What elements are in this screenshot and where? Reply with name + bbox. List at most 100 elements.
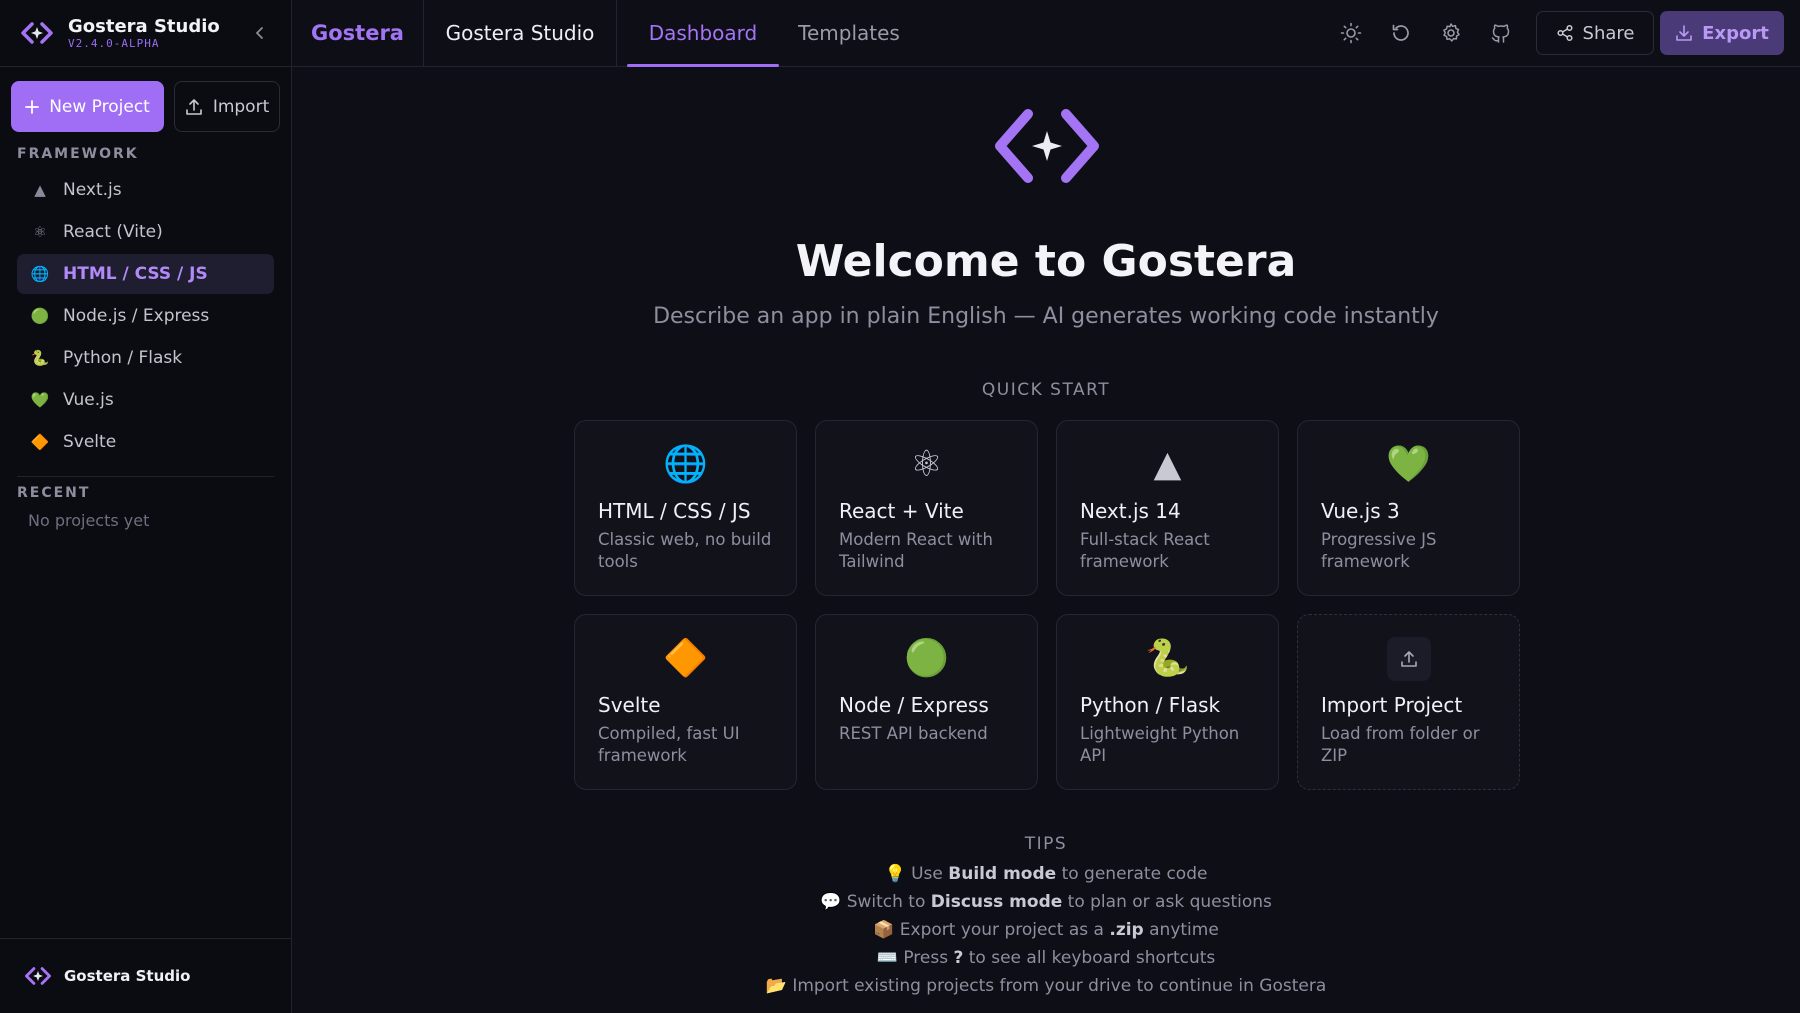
card-icon: 🔶: [663, 638, 708, 679]
tip-pre: Switch to: [846, 892, 931, 912]
sidebar: Gostera Studio V2.4.0-ALPHA New Project …: [0, 0, 292, 1013]
framework-label: React (Vite): [63, 222, 163, 242]
recent-heading: RECENT: [17, 485, 91, 501]
framework-label: Next.js: [63, 180, 122, 200]
framework-icon: 🟢: [30, 307, 50, 325]
collapse-sidebar-button[interactable]: [249, 22, 271, 44]
framework-item-python-flask[interactable]: 🐍 Python / Flask: [17, 338, 274, 378]
history-button[interactable]: [1376, 11, 1426, 55]
quick-start-card-python-flask[interactable]: 🐍 Python / Flask Lightweight Python API: [1056, 614, 1279, 790]
card-description: Lightweight Python API: [1080, 724, 1240, 765]
import-button[interactable]: Import: [174, 81, 280, 132]
tips-label: TIPS: [1024, 834, 1068, 854]
card-title: Svelte: [598, 693, 661, 717]
quick-start-card-html-css-js[interactable]: 🌐 HTML / CSS / JS Classic web, no build to…: [574, 420, 797, 596]
sidebar-titles: Gostera Studio V2.4.0-ALPHA: [68, 16, 249, 50]
tip-pre: Press: [903, 948, 954, 968]
tab-templates[interactable]: Templates: [779, 0, 919, 66]
framework-list: ▲ Next.js ⚛ React (Vite) 🌐 HTML / CSS / JS 🟢 No…: [0, 170, 291, 462]
tip-line: 💡 Use Build mode to generate code: [292, 860, 1800, 888]
quick-start-label: QUICK START: [981, 380, 1111, 400]
framework-item-node-js-express[interactable]: 🟢 Node.js / Express: [17, 296, 274, 336]
settings-button[interactable]: [1426, 11, 1476, 55]
sidebar-divider: [17, 476, 274, 477]
tip-bold: ?: [953, 948, 964, 968]
card-icon: 🐍: [1145, 638, 1190, 679]
export-label: Export: [1702, 22, 1769, 44]
upload-icon: [186, 98, 202, 115]
tip-emoji: 💡: [884, 864, 906, 884]
settings-icon: [1443, 23, 1460, 42]
topbar-actions: Share Export: [1326, 0, 1800, 66]
sidebar-actions: New Project Import: [0, 67, 291, 132]
tip-emoji: 📂: [765, 976, 787, 996]
framework-icon: 🐍: [30, 349, 50, 367]
new-project-label: New Project: [49, 96, 150, 117]
project-name[interactable]: Gostera Studio: [424, 0, 617, 66]
framework-label: Python / Flask: [63, 348, 183, 368]
quick-start-card-svelte[interactable]: 🔶 Svelte Compiled, fast UI framework: [574, 614, 797, 790]
card-description: Progressive JS framework: [1321, 530, 1437, 571]
tip-post: to generate code: [1056, 864, 1208, 884]
framework-item-svelte[interactable]: 🔶 Svelte: [17, 422, 274, 462]
welcome-heading: Welcome to Gostera: [795, 236, 1297, 287]
recent-empty-text: No projects yet: [28, 511, 150, 530]
github-icon: [1491, 24, 1510, 43]
brand-link[interactable]: Gostera: [292, 0, 424, 66]
card-title: Next.js 14: [1080, 499, 1181, 523]
import-label: Import: [212, 96, 270, 117]
framework-icon: ⚛: [33, 223, 47, 241]
new-project-button[interactable]: New Project: [11, 81, 165, 132]
tips-list: 💡 Use Build mode to generate code 💬 Switc…: [292, 860, 1800, 1000]
quick-start-card-react-vite[interactable]: ⚛ React + Vite Modern React with Tailwind: [815, 420, 1038, 596]
quick-start-card-vue-js-3[interactable]: 💚 Vue.js 3 Progressive JS framework: [1297, 420, 1520, 596]
theme-toggle-button[interactable]: [1326, 11, 1376, 55]
gostera-hero-logo-icon: [995, 109, 1099, 183]
github-button[interactable]: [1476, 11, 1526, 55]
app-version: V2.4.0-ALPHA: [68, 36, 160, 50]
tip-bold: .zip: [1109, 920, 1144, 940]
framework-item-vue-js[interactable]: 💚 Vue.js: [17, 380, 274, 420]
framework-label: Svelte: [63, 432, 117, 452]
framework-heading: FRAMEWORK: [17, 146, 139, 162]
tip-pre: Export your project as a: [899, 920, 1110, 940]
tip-emoji: 💬: [820, 892, 842, 912]
card-description: REST API backend: [839, 724, 988, 743]
framework-label: HTML / CSS / JS: [63, 264, 208, 284]
card-title: React + Vite: [839, 499, 964, 523]
sidebar-footer: Gostera Studio: [0, 938, 291, 1013]
chevron-left-icon: [255, 27, 263, 39]
card-description: Compiled, fast UI framework: [598, 724, 740, 765]
sidebar-header: Gostera Studio V2.4.0-ALPHA: [0, 0, 291, 67]
sun-icon: [1340, 22, 1362, 44]
tip-emoji: ⌨️: [876, 948, 898, 968]
framework-item-next-js[interactable]: ▲ Next.js: [17, 170, 274, 210]
export-button[interactable]: Export: [1660, 11, 1784, 55]
card-description: Load from folder or ZIP: [1321, 724, 1480, 765]
quick-start-card-node-express[interactable]: 🟢 Node / Express REST API backend: [815, 614, 1038, 790]
quick-start-grid: 🌐 HTML / CSS / JS Classic web, no build to…: [574, 420, 1520, 790]
tip-bold: Build mode: [948, 864, 1057, 884]
quick-start-card-import-project[interactable]: Import Project Load from folder or ZIP: [1297, 614, 1520, 790]
tip-line: ⌨️ Press ? to see all keyboard shortcuts: [292, 944, 1800, 972]
framework-label: Node.js / Express: [63, 306, 210, 326]
tip-emoji: 📦: [873, 920, 895, 940]
framework-label: Vue.js: [63, 390, 114, 410]
framework-item-react-vite[interactable]: ⚛ React (Vite): [17, 212, 274, 252]
quick-start-card-next-js-14[interactable]: ▲ Next.js 14 Full-stack React framework: [1056, 420, 1279, 596]
card-title: Python / Flask: [1080, 693, 1221, 717]
framework-icon: 🌐: [30, 265, 50, 283]
download-icon: [1676, 25, 1692, 41]
tab-dashboard[interactable]: Dashboard: [627, 0, 779, 67]
tip-pre: Import existing projects from your drive…: [792, 976, 1327, 996]
gostera-logo-icon: [21, 22, 53, 44]
share-icon: [1556, 24, 1573, 42]
card-title: HTML / CSS / JS: [598, 499, 751, 523]
framework-item-html-css-js[interactable]: 🌐 HTML / CSS / JS: [17, 254, 274, 294]
share-button[interactable]: Share: [1536, 11, 1654, 55]
card-icon: ▲: [1153, 444, 1182, 485]
card-icon: 🟢: [904, 638, 949, 679]
gostera-logo-icon: [25, 967, 51, 985]
tip-pre: Use: [911, 864, 949, 884]
share-label: Share: [1582, 22, 1635, 44]
